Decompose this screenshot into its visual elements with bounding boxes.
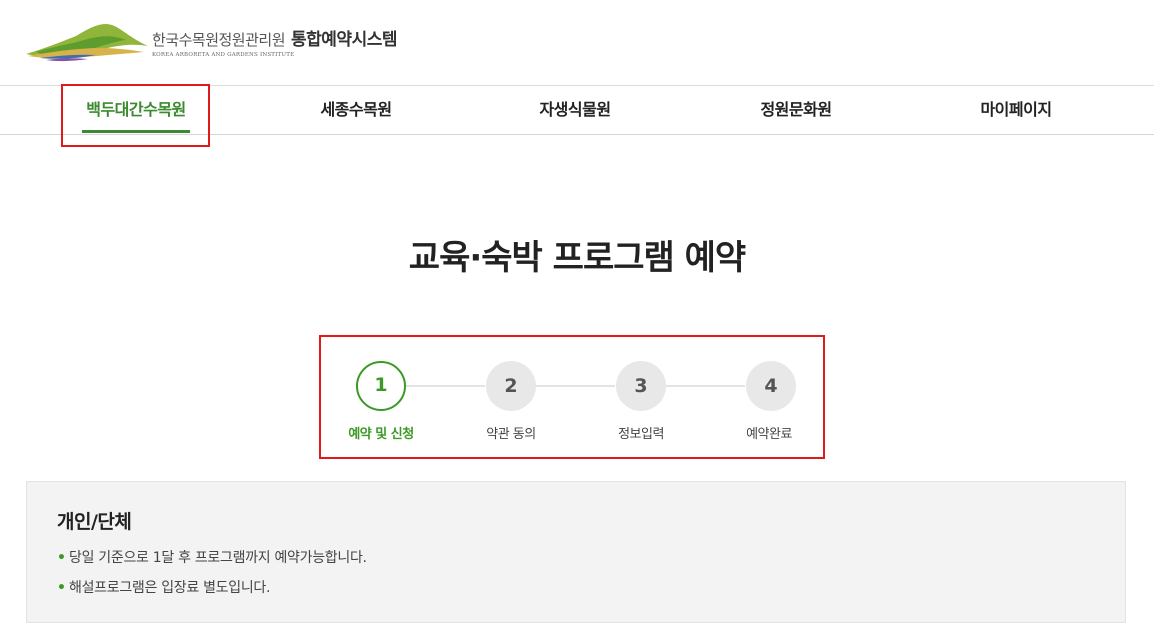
nav-item-mypage[interactable]: 마이페이지 xyxy=(956,86,1076,135)
step-2-label: 약관 동의 xyxy=(486,427,536,442)
info-list: • 당일 기준으로 1달 후 프로그램까지 예약가능합니다. • 해설프로그램은… xyxy=(57,548,367,608)
main-nav: 백두대간수목원 세종수목원 자생식물원 정원문화원 마이페이지 xyxy=(0,86,1154,135)
step-4-circle: 4 xyxy=(746,361,796,411)
step-1-circle: 1 xyxy=(356,361,406,411)
info-text: 당일 기준으로 1달 후 프로그램까지 예약가능합니다. xyxy=(69,550,367,566)
step-2-circle: 2 xyxy=(486,361,536,411)
info-text: 해설프로그램은 입장료 별도입니다. xyxy=(69,580,271,596)
info-panel: 개인/단체 • 당일 기준으로 1달 후 프로그램까지 예약가능합니다. • 해… xyxy=(26,481,1126,623)
step-3-label: 정보입력 xyxy=(618,427,664,442)
org-name: 한국수목원정원관리원 xyxy=(152,30,286,49)
active-nav-underline xyxy=(82,130,190,133)
step-4-label: 예약완료 xyxy=(746,427,792,442)
step-connector xyxy=(535,385,615,387)
info-list-item: • 당일 기준으로 1달 후 프로그램까지 예약가능합니다. xyxy=(57,548,367,578)
step-connector xyxy=(665,385,745,387)
site-header: 한국수목원정원관리원 통합예약시스템 KOREA ARBORETA AND GA… xyxy=(0,0,1154,86)
org-name-english: KOREA ARBORETA AND GARDENS INSTITUTE xyxy=(152,51,295,58)
step-1-label: 예약 및 신청 xyxy=(348,427,414,442)
info-list-item: • 해설프로그램은 입장료 별도입니다. xyxy=(57,578,367,608)
system-name: 통합예약시스템 xyxy=(291,29,397,50)
page-title: 교육·숙박 프로그램 예약 xyxy=(408,238,746,278)
mountain-logo-icon xyxy=(26,24,148,62)
step-connector xyxy=(405,385,485,387)
nav-item-sejong[interactable]: 세종수목원 xyxy=(296,86,416,135)
info-title: 개인/단체 xyxy=(57,511,132,533)
site-logo[interactable]: 한국수목원정원관리원 통합예약시스템 KOREA ARBORETA AND GA… xyxy=(26,18,397,64)
step-progress: 1 2 3 4 예약 및 신청 약관 동의 정보입력 예약완료 xyxy=(320,336,824,458)
nav-item-baekdudaegan[interactable]: 백두대간수목원 xyxy=(62,86,210,135)
nav-item-native-plants[interactable]: 자생식물원 xyxy=(515,86,635,135)
step-3-circle: 3 xyxy=(616,361,666,411)
nav-item-garden-culture[interactable]: 정원문화원 xyxy=(736,86,856,135)
bullet-icon: • xyxy=(57,580,66,596)
bullet-icon: • xyxy=(57,550,66,566)
